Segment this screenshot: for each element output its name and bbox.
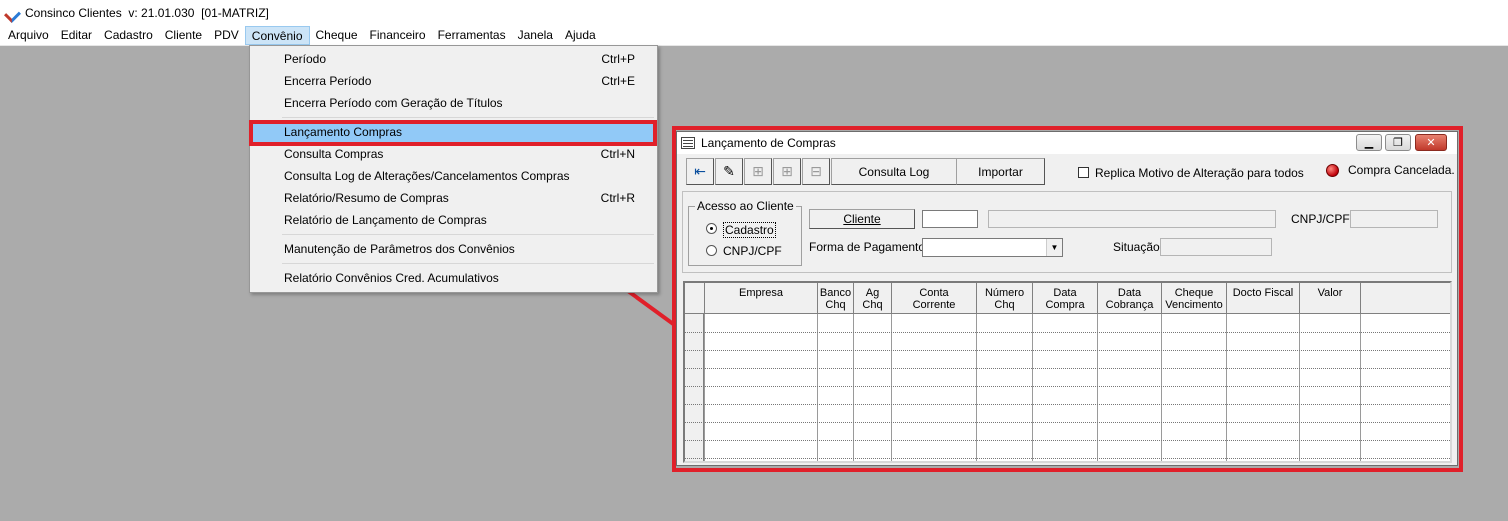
menu-item-manutencao-parametros[interactable]: Manutenção de Parâmetros dos Convênios xyxy=(252,238,655,260)
menu-item-relatorio-resumo[interactable]: Relatório/Resumo de Compras Ctrl+R xyxy=(252,187,655,209)
convenio-dropdown-menu: Período Ctrl+P Encerra Período Ctrl+E En… xyxy=(249,45,658,293)
menu-item-periodo[interactable]: Período Ctrl+P xyxy=(252,48,655,70)
menu-item-consulta-log[interactable]: Consulta Log de Alterações/Cancelamentos… xyxy=(252,165,655,187)
menu-item-shortcut: Ctrl+R xyxy=(600,191,635,205)
menu-item-label: Relatório/Resumo de Compras xyxy=(284,191,449,205)
menu-item-encerra-periodo-titulos[interactable]: Encerra Período com Geração de Títulos xyxy=(252,92,655,114)
menu-item-label: Consulta Log de Alterações/Cancelamentos… xyxy=(284,169,570,183)
menu-separator xyxy=(282,263,654,264)
menu-item-label: Manutenção de Parâmetros dos Convênios xyxy=(284,242,515,256)
menu-item-relatorio-lancamento[interactable]: Relatório de Lançamento de Compras xyxy=(252,209,655,231)
menu-separator xyxy=(282,234,654,235)
menu-item-shortcut: Ctrl+E xyxy=(601,74,635,88)
menu-item-relatorio-cred-acumulativos[interactable]: Relatório Convênios Cred. Acumulativos xyxy=(252,267,655,289)
menu-item-encerra-periodo[interactable]: Encerra Período Ctrl+E xyxy=(252,70,655,92)
menu-separator xyxy=(282,117,654,118)
menu-item-shortcut: Ctrl+N xyxy=(600,147,635,161)
menu-item-label: Período xyxy=(284,52,327,66)
annotation-highlight-window xyxy=(672,126,1463,472)
menu-item-label: Relatório Convênios Cred. Acumulativos xyxy=(284,271,499,285)
menu-item-label: Consulta Compras xyxy=(284,147,384,161)
annotation-highlight-menu-item xyxy=(249,120,657,146)
menu-item-label: Encerra Período xyxy=(284,74,372,88)
menu-item-consulta-compras[interactable]: Consulta Compras Ctrl+N xyxy=(252,143,655,165)
menu-item-shortcut: Ctrl+P xyxy=(601,52,635,66)
menu-item-label: Relatório de Lançamento de Compras xyxy=(284,213,487,227)
menu-item-label: Encerra Período com Geração de Títulos xyxy=(284,96,503,110)
